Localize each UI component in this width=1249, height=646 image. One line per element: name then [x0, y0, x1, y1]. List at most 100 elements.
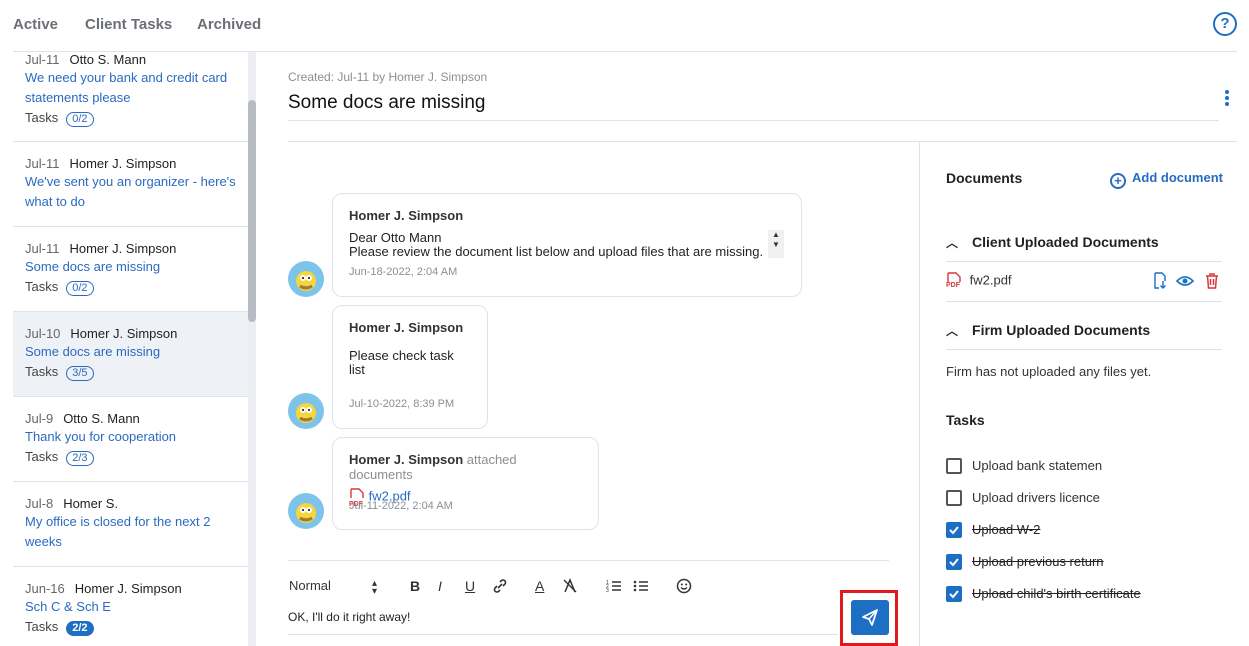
top-navigation: Active Client Tasks Archived ? [0, 0, 1249, 50]
documents-heading: Documents [946, 170, 1023, 186]
chevron-up-icon: ︿ [946, 324, 959, 338]
created-info: Created: Jul-11 by Homer J. Simpson [288, 70, 488, 84]
thread-item[interactable]: Jul-11 Otto S. Mann We need your bank and… [13, 52, 248, 142]
emoji-icon[interactable] [676, 578, 692, 597]
thread-title: Some docs are missing [25, 259, 161, 274]
clear-format-icon[interactable] [562, 578, 578, 597]
title-divider [288, 120, 1219, 121]
file-actions [1152, 272, 1224, 290]
thread-tasks-label: Tasks [25, 279, 59, 294]
add-document-button[interactable]: + Add document [1110, 170, 1223, 189]
thread-item[interactable]: Jul-11 Homer J. Simpson Some docs are mis… [13, 227, 248, 312]
message-text: Dear Otto Mann [349, 230, 442, 245]
thread-item[interactable]: Jul-11 Homer J. Simpson We've sent you an… [13, 142, 248, 227]
thread-title: Thank you for cooperation [25, 429, 177, 444]
add-icon: + [1110, 173, 1126, 189]
message-text: Please check task list [349, 348, 454, 377]
thread-date: Jul-9 [25, 411, 54, 426]
thread-date: Jun-16 [25, 581, 65, 596]
editor-toolbar: Normal ▴ ▾ B I U A 123 [288, 576, 888, 598]
tasks-heading: Tasks [946, 412, 985, 428]
section-divider [946, 301, 1222, 302]
message-text: Please review the document list below an… [349, 244, 764, 259]
add-document-label: Add document [1132, 170, 1223, 185]
underline-button[interactable]: U [465, 578, 475, 594]
task-label: Upload child's birth certificate [972, 586, 1141, 601]
thread-date: Jul-11 [25, 156, 60, 171]
thread-title: We've sent you an organizer - here's wha… [25, 174, 236, 209]
thread-author: Homer S. [63, 496, 119, 511]
tab-archived[interactable]: Archived [197, 16, 261, 33]
tab-active[interactable]: Active [13, 16, 58, 33]
ordered-list-icon[interactable]: 123 [606, 578, 622, 597]
message-author: Homer J. Simpson [349, 320, 464, 335]
thread-date: Jul-11 [25, 241, 60, 256]
content-divider [288, 141, 1237, 142]
download-icon[interactable] [1152, 272, 1168, 293]
pdf-icon: PDF [946, 272, 962, 290]
thread-title: We need your bank and credit card statem… [25, 70, 228, 105]
panel-divider [919, 142, 920, 646]
task-checkbox-checked[interactable] [946, 586, 962, 602]
link-icon[interactable] [492, 578, 508, 597]
thread-title: Some docs are missing [25, 344, 161, 359]
section-divider [946, 349, 1222, 350]
task-count-badge: 3/5 [66, 366, 94, 381]
thread-date: Jul-8 [25, 496, 54, 511]
message-author: Homer J. Simpson [349, 452, 464, 467]
message-input[interactable]: OK, I'll do it right away! [288, 610, 410, 624]
thread-item[interactable]: Jun-16 Homer J. Simpson Sch C & Sch E Tas… [13, 567, 248, 646]
task-checkbox-checked[interactable] [946, 522, 962, 538]
message-bubble: Homer J. Simpson attached documents PDF … [332, 437, 599, 530]
composer-bottom-line [288, 634, 838, 635]
thread-list-scrollbar-thumb[interactable] [248, 100, 256, 322]
delete-icon[interactable] [1204, 272, 1220, 293]
format-select[interactable]: Normal [289, 578, 331, 593]
avatar [288, 261, 324, 297]
text-color-button[interactable]: A [535, 578, 544, 594]
task-count-badge: 2/2 [66, 621, 94, 636]
task-checkbox[interactable] [946, 458, 962, 474]
client-file-row[interactable]: PDF fw2.pdf [946, 272, 1012, 290]
thread-item[interactable]: Jul-8 Homer S. My office is closed for th… [13, 482, 248, 567]
tab-client-tasks[interactable]: Client Tasks [85, 16, 172, 33]
thread-item-selected[interactable]: Jul-10 Homer J. Simpson Some docs are mis… [13, 312, 248, 397]
thread-date: Jul-10 [25, 326, 61, 341]
message-bubble: Homer J. Simpson Dear Otto Mann Please r… [332, 193, 802, 297]
format-select-arrows-icon[interactable]: ▾ [372, 586, 377, 597]
client-docs-section-toggle[interactable]: ︿ Client Uploaded Documents [946, 234, 1159, 251]
bold-button[interactable]: B [410, 578, 420, 594]
task-label: Upload drivers licence [972, 490, 1100, 505]
message-bubble: Homer J. Simpson Please check task list … [332, 305, 488, 429]
send-button[interactable] [851, 600, 889, 635]
view-icon[interactable] [1175, 273, 1195, 292]
thread-title: My office is closed for the next 2 weeks [25, 514, 211, 549]
message-time: Jul-10-2022, 8:39 PM [349, 398, 455, 410]
task-label: Upload W-2 [972, 522, 1041, 537]
bullet-list-icon[interactable] [633, 578, 649, 597]
thread-tasks-label: Tasks [25, 619, 59, 634]
firm-empty-message: Firm has not uploaded any files yet. [946, 364, 1152, 379]
task-checkbox-checked[interactable] [946, 554, 962, 570]
more-options-icon[interactable] [1224, 90, 1230, 106]
task-count-badge: 0/2 [66, 281, 94, 296]
message-time: Jun-18-2022, 2:04 AM [349, 266, 458, 278]
file-name[interactable]: fw2.pdf [970, 272, 1012, 287]
task-checkbox[interactable] [946, 490, 962, 506]
section-title: Firm Uploaded Documents [972, 322, 1151, 338]
composer-divider [288, 560, 889, 561]
message-author: Homer J. Simpson [349, 208, 464, 223]
message-scroll-arrows[interactable]: ▲ ▼ [768, 230, 784, 258]
thread-tasks-label: Tasks [25, 364, 59, 379]
thread-author: Otto S. Mann [63, 411, 140, 426]
svg-text:3: 3 [606, 588, 609, 594]
thread-author: Homer J. Simpson [70, 326, 178, 341]
thread-author: Homer J. Simpson [69, 241, 177, 256]
avatar [288, 493, 324, 529]
avatar [288, 393, 324, 429]
italic-button[interactable]: I [438, 578, 442, 594]
firm-docs-section-toggle[interactable]: ︿ Firm Uploaded Documents [946, 322, 1150, 339]
thread-item[interactable]: Jul-9 Otto S. Mann Thank you for cooperat… [13, 397, 248, 482]
help-icon[interactable]: ? [1213, 12, 1237, 36]
task-label: Upload bank statemen [972, 458, 1103, 473]
